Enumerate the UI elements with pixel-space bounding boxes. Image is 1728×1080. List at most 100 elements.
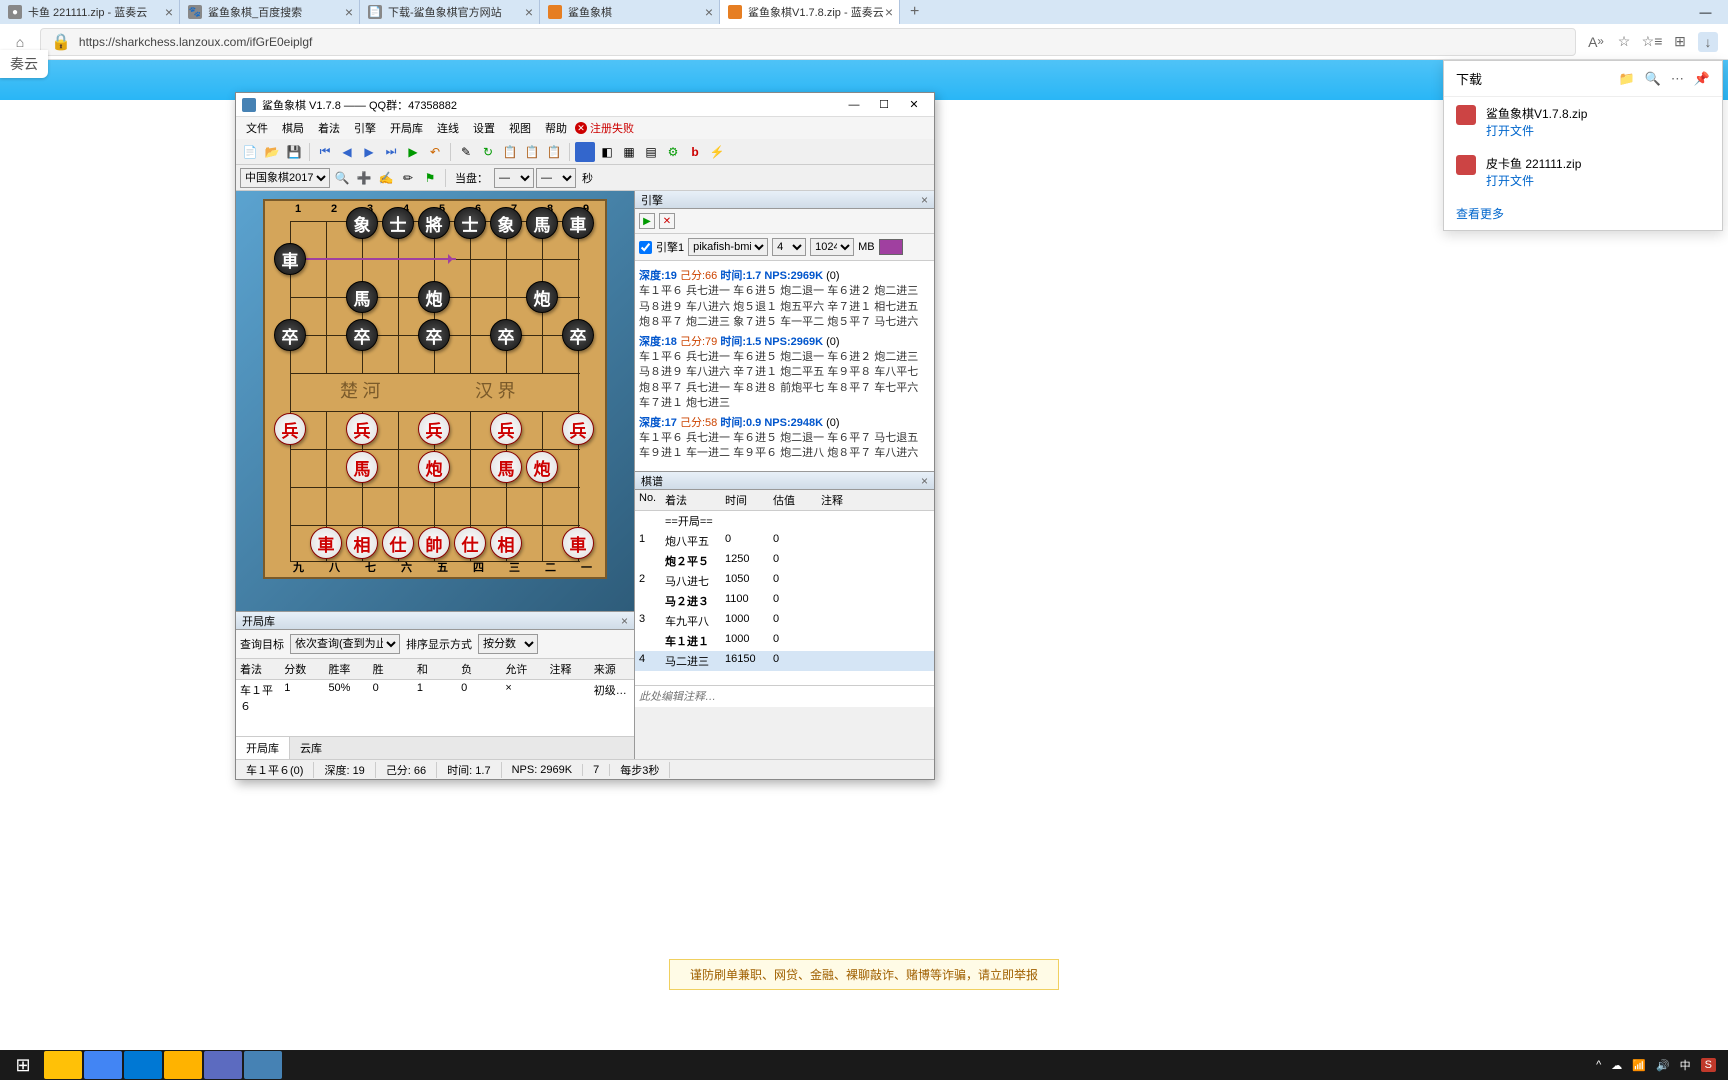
titlebar[interactable]: 鲨鱼象棋 V1.7.8 —— QQ群：47358882 — ☐ ✕ [236, 93, 934, 117]
clip-icon[interactable]: 📋 [544, 142, 564, 162]
favorites-bar-icon[interactable]: ☆≡ [1642, 32, 1662, 52]
piece[interactable]: 卒 [418, 319, 450, 351]
menu-openbook[interactable]: 开局库 [384, 118, 429, 138]
openbook-row[interactable]: 车１平６150%010×初级… [236, 680, 634, 716]
menu-settings[interactable]: 设置 [467, 118, 501, 138]
tab-2[interactable]: 📄下载-鲨鱼象棋官方网站× [360, 0, 540, 24]
piece[interactable]: 象 [490, 207, 522, 239]
piece[interactable]: 卒 [490, 319, 522, 351]
piece[interactable]: 兵 [562, 413, 594, 445]
mglass-icon[interactable]: 🔍 [332, 168, 352, 188]
task-edge[interactable] [124, 1051, 162, 1079]
tray-ime[interactable]: 中 [1680, 1057, 1691, 1073]
flag-icon[interactable]: ⚑ [420, 168, 440, 188]
piece[interactable]: 車 [562, 527, 594, 559]
bolt-icon[interactable]: ⚡ [707, 142, 727, 162]
collections-icon[interactable]: ⊞ [1670, 32, 1690, 52]
pen-icon[interactable]: ✏ [398, 168, 418, 188]
paste-icon[interactable]: 📋 [522, 142, 542, 162]
moves-table[interactable]: No. 着法 时间 估值 注释 ==开局== 1炮八平五00 炮２平５12500… [635, 490, 934, 685]
piece[interactable]: 帥 [418, 527, 450, 559]
next-icon[interactable]: ▶ [359, 142, 379, 162]
last-icon[interactable]: ⏭ [381, 142, 401, 162]
undo-icon[interactable]: ↶ [425, 142, 445, 162]
time-combo[interactable]: — [536, 168, 576, 188]
menu-game[interactable]: 棋局 [276, 118, 310, 138]
url-input[interactable]: 🔒 https://sharkchess.lanzoux.com/ifGrE0e… [40, 28, 1576, 56]
first-icon[interactable]: ⏮ [315, 142, 335, 162]
search-icon[interactable]: 🔍 [1645, 71, 1661, 87]
home-icon[interactable]: ⌂ [10, 32, 30, 52]
engine-output[interactable]: 深度:19 己分:66 时间:1.7 NPS:2969K (0) 车１平６ 兵七… [635, 261, 934, 471]
refresh-icon[interactable]: ↻ [478, 142, 498, 162]
piece[interactable]: 卒 [274, 319, 306, 351]
menu-help[interactable]: 帮助 [539, 118, 573, 138]
piece[interactable]: 兵 [274, 413, 306, 445]
piece[interactable]: 馬 [346, 281, 378, 313]
menu-view[interactable]: 视图 [503, 118, 537, 138]
piece[interactable]: 車 [562, 207, 594, 239]
pin-icon[interactable]: 📌 [1694, 71, 1710, 87]
save-icon[interactable]: 💾 [284, 142, 304, 162]
piece[interactable]: 相 [346, 527, 378, 559]
piece[interactable]: 馬 [490, 451, 522, 483]
tab-1[interactable]: 🐾鲨鱼象棋_百度搜索× [180, 0, 360, 24]
close-icon[interactable]: × [885, 4, 893, 20]
new-icon[interactable]: 📄 [240, 142, 260, 162]
folder-icon[interactable]: 📁 [1618, 71, 1634, 87]
curr-combo[interactable]: — [494, 168, 534, 188]
query-combo[interactable]: 依次查询(查到为止) [290, 634, 400, 654]
task-app2[interactable] [204, 1051, 242, 1079]
piece[interactable]: 馬 [526, 207, 558, 239]
open-file-link[interactable]: 打开文件 [1486, 122, 1587, 139]
open-file-link[interactable]: 打开文件 [1486, 172, 1581, 189]
tab-cloud[interactable]: 云库 [290, 737, 332, 759]
tray-chevron-icon[interactable]: ^ [1596, 1059, 1601, 1071]
piece[interactable]: 兵 [346, 413, 378, 445]
play-icon[interactable]: ▶ [403, 142, 423, 162]
chess-board[interactable]: 1 2 3 4 5 6 7 8 9 九 八 七 六 五 四 三 [263, 199, 607, 579]
more-icon[interactable]: ⋯ [1671, 71, 1684, 87]
favorite-icon[interactable]: ☆ [1614, 32, 1634, 52]
read-aloud-icon[interactable]: A» [1586, 32, 1606, 52]
brush-icon[interactable]: ✍ [376, 168, 396, 188]
tab-openbook[interactable]: 开局库 [236, 737, 290, 759]
new-tab-button[interactable]: + [900, 3, 929, 21]
engine-stop-icon[interactable]: ✕ [659, 213, 675, 229]
close-icon[interactable]: × [921, 193, 928, 207]
piece[interactable]: 炮 [526, 281, 558, 313]
start-button[interactable]: ⊞ [4, 1051, 42, 1079]
close-icon[interactable]: × [525, 4, 533, 20]
task-chrome[interactable] [44, 1051, 82, 1079]
hash-combo[interactable]: 1024 [810, 238, 854, 256]
tray-cloud-icon[interactable]: ☁ [1611, 1059, 1622, 1072]
piece[interactable]: 相 [490, 527, 522, 559]
piece[interactable]: 卒 [346, 319, 378, 351]
piece[interactable]: 將 [418, 207, 450, 239]
window-icon[interactable] [575, 142, 595, 162]
piece[interactable]: 象 [346, 207, 378, 239]
close-icon[interactable]: × [345, 4, 353, 20]
piece[interactable]: 士 [382, 207, 414, 239]
open-icon[interactable]: 📂 [262, 142, 282, 162]
engine-start-icon[interactable]: ▶ [639, 213, 655, 229]
threads-combo[interactable]: 4 [772, 238, 806, 256]
close-icon[interactable]: × [621, 614, 628, 628]
minimize-button[interactable]: — [1683, 0, 1728, 24]
see-more-link[interactable]: 查看更多 [1444, 197, 1722, 230]
close-icon[interactable]: × [705, 4, 713, 20]
piece[interactable]: 兵 [490, 413, 522, 445]
color-swatch[interactable] [879, 239, 903, 255]
panel-icon[interactable]: ▤ [641, 142, 661, 162]
piece[interactable]: 仕 [382, 527, 414, 559]
piece[interactable]: 兵 [418, 413, 450, 445]
edit-icon[interactable]: ✎ [456, 142, 476, 162]
sort-combo[interactable]: 按分数 [478, 634, 538, 654]
grid-icon[interactable]: ▦ [619, 142, 639, 162]
tab-4[interactable]: 鲨鱼象棋V1.7.8.zip - 蓝奏云× [720, 0, 900, 24]
close-button[interactable]: ✕ [900, 96, 928, 114]
tray-volume-icon[interactable]: 🔊 [1656, 1059, 1670, 1072]
menu-file[interactable]: 文件 [240, 118, 274, 138]
tab-0[interactable]: ●卡鱼 221111.zip - 蓝奏云× [0, 0, 180, 24]
plus-icon[interactable]: ➕ [354, 168, 374, 188]
